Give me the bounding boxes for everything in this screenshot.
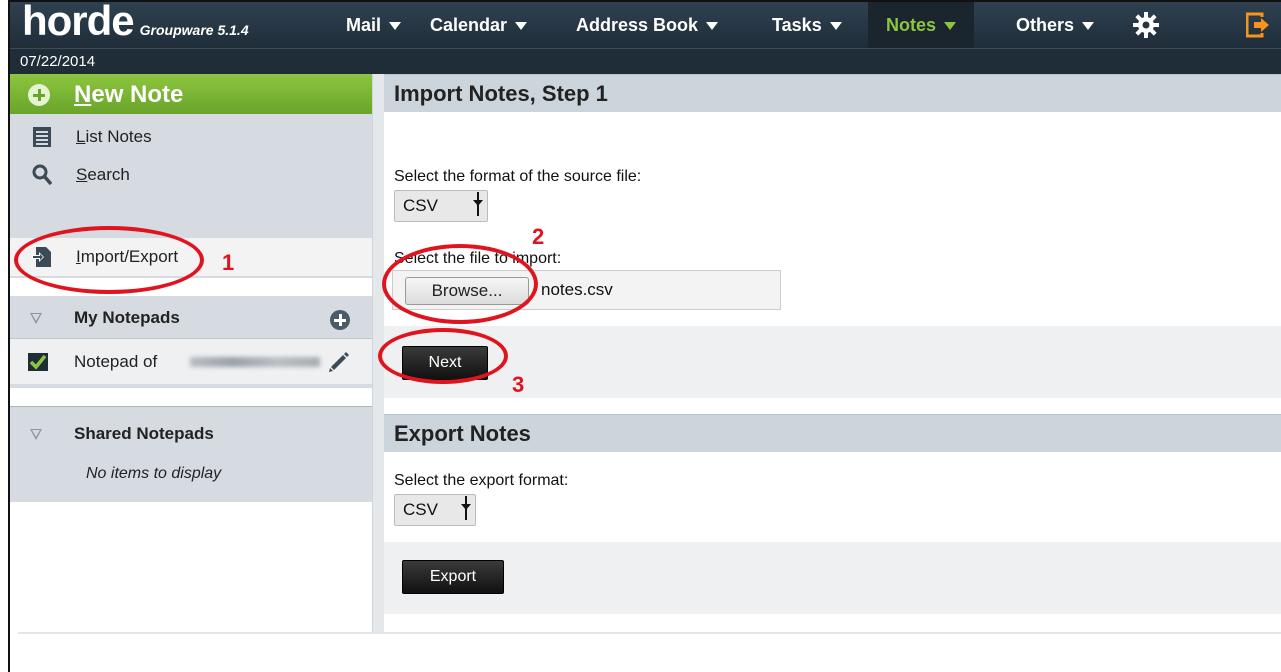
shared-notepads-title: Shared Notepads bbox=[74, 424, 214, 443]
export-button[interactable]: Export bbox=[402, 560, 504, 594]
next-button[interactable]: Next bbox=[402, 346, 488, 380]
import-format-select[interactable]: CSV bbox=[394, 190, 488, 222]
checkbox-checked-icon[interactable] bbox=[28, 353, 48, 371]
browse-button[interactable]: Browse... bbox=[405, 277, 529, 305]
redacted-owner bbox=[190, 357, 320, 367]
export-header: Export Notes bbox=[384, 414, 1281, 452]
menu-tasks[interactable]: Tasks bbox=[772, 2, 842, 48]
export-format-label: Select the export format: bbox=[394, 472, 569, 489]
import-format-value: CSV bbox=[403, 196, 438, 215]
annotation-number-3: 3 bbox=[512, 372, 525, 397]
main-content: Import Notes, Step 1 Select the format o… bbox=[384, 74, 1281, 634]
horde-logo[interactable]: horde Groupware 5.1.4 bbox=[22, 0, 249, 48]
menu-mail-label: Mail bbox=[346, 14, 382, 35]
shared-notepads-section: Shared Notepads No items to display bbox=[10, 406, 372, 502]
add-circle-icon bbox=[28, 84, 50, 106]
import-file-label: Select the file to import: bbox=[394, 250, 562, 267]
my-notepads-section: My Notepads Notepad of bbox=[10, 296, 372, 388]
sidebar-item-list-notes[interactable]: List Notes bbox=[10, 118, 372, 156]
export-format-select[interactable]: CSV bbox=[394, 494, 476, 526]
import-export-icon bbox=[32, 247, 51, 267]
sidebar-item-label: List Notes bbox=[76, 127, 152, 146]
footer-divider bbox=[18, 632, 1281, 634]
chevron-down-icon bbox=[1082, 22, 1095, 30]
chevron-down-icon bbox=[706, 22, 719, 30]
my-notepads-title: My Notepads bbox=[74, 308, 180, 327]
menu-notes[interactable]: Notes bbox=[868, 2, 975, 48]
collapse-triangle-icon[interactable] bbox=[30, 429, 42, 440]
sidebar-item-import-export[interactable]: Import/Export bbox=[10, 238, 372, 276]
sidebar-item-label: Import/Export bbox=[76, 247, 179, 266]
date-bar: 07/22/2014 bbox=[10, 48, 1281, 74]
notepad-name: Notepad of bbox=[74, 352, 158, 371]
sidebar-nav: List Notes Search Import/Export bbox=[10, 114, 372, 278]
menu-notes-label: Notes bbox=[886, 14, 937, 35]
export-action-bar: Export bbox=[384, 542, 1281, 614]
chevron-down-icon bbox=[515, 22, 528, 30]
menu-others-label: Others bbox=[1016, 14, 1075, 35]
annotation-number-2: 2 bbox=[532, 224, 545, 249]
chevron-down-icon bbox=[944, 22, 957, 30]
import-format-label: Select the format of the source file: bbox=[394, 168, 642, 185]
logout-icon[interactable] bbox=[1246, 12, 1270, 38]
logo-text: horde bbox=[22, 0, 135, 44]
notepad-item[interactable]: Notepad of bbox=[10, 338, 372, 384]
import-title: Import Notes, Step 1 bbox=[394, 81, 608, 106]
menu-address-book-label: Address Book bbox=[576, 14, 699, 35]
pencil-icon[interactable] bbox=[328, 351, 350, 373]
import-header: Import Notes, Step 1 bbox=[384, 74, 1281, 112]
menu-calendar-label: Calendar bbox=[430, 14, 508, 35]
menu-calendar[interactable]: Calendar bbox=[430, 2, 528, 48]
menu-mail[interactable]: Mail bbox=[346, 2, 402, 48]
dropdown-arrow-icon bbox=[473, 192, 483, 216]
collapse-triangle-icon[interactable] bbox=[30, 313, 42, 324]
list-icon bbox=[33, 127, 51, 147]
current-date: 07/22/2014 bbox=[20, 53, 96, 70]
sidebar-resizer[interactable] bbox=[372, 74, 384, 634]
add-notepad-icon[interactable] bbox=[330, 310, 350, 330]
sidebar-item-search[interactable]: Search bbox=[10, 156, 372, 194]
search-icon bbox=[32, 164, 52, 186]
chevron-down-icon bbox=[829, 22, 842, 30]
menu-others[interactable]: Others bbox=[1016, 2, 1095, 48]
my-notepads-header[interactable]: My Notepads bbox=[10, 296, 372, 338]
logo-subtitle: Groupware 5.1.4 bbox=[139, 22, 249, 38]
sidebar: New Note List Notes Search Import/Export… bbox=[10, 74, 372, 634]
annotation-number-1: 1 bbox=[222, 250, 235, 275]
export-title: Export Notes bbox=[394, 421, 531, 446]
chevron-down-icon bbox=[389, 22, 402, 30]
menu-address-book[interactable]: Address Book bbox=[576, 2, 719, 48]
file-input[interactable]: Browse... notes.csv bbox=[392, 270, 781, 310]
export-format-value: CSV bbox=[403, 500, 438, 519]
new-note-button[interactable]: New Note bbox=[10, 74, 372, 114]
new-note-label: New Note bbox=[74, 81, 184, 108]
gear-icon[interactable] bbox=[1133, 12, 1159, 38]
empty-state-text: No items to display bbox=[86, 465, 222, 482]
sidebar-item-label: Search bbox=[76, 165, 130, 184]
browser-frame: horde Groupware 5.1.4 Mail Calendar Addr… bbox=[8, 0, 1281, 672]
menu-tasks-label: Tasks bbox=[772, 14, 822, 35]
top-menu-bar: horde Groupware 5.1.4 Mail Calendar Addr… bbox=[10, 0, 1281, 48]
dropdown-arrow-icon bbox=[461, 496, 471, 520]
selected-file-name: notes.csv bbox=[541, 280, 613, 299]
